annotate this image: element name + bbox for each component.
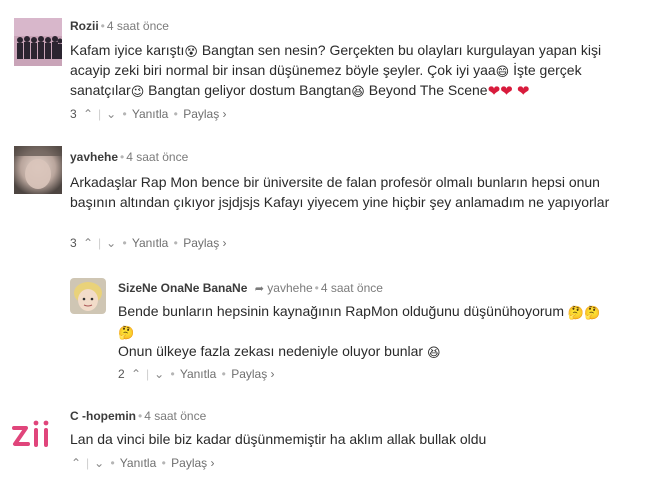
comment-text: Lan da vinci bile biz kadar düşünmemişti… [70, 431, 487, 447]
avatar[interactable] [70, 278, 106, 314]
winking-face-icon: 😉 [130, 84, 145, 99]
dot-separator: • [110, 456, 115, 470]
downvote-icon[interactable]: ⌄ [93, 455, 105, 471]
upvote-icon[interactable]: ⌃ [70, 455, 82, 471]
comment-header: yavhehe • 4 saat önce [70, 149, 188, 165]
comment-header: Rozii • 4 saat önce [70, 18, 169, 34]
avatar[interactable] [14, 18, 62, 66]
reply-button[interactable]: Yanıtla [180, 367, 216, 381]
grinning-face-icon: 😄 [495, 64, 510, 79]
comment-text-line: Onun ülkeye fazla zekası nedeniyle oluyo… [118, 343, 424, 359]
avatar[interactable] [10, 410, 58, 458]
reply-arrow-icon: ➦ [254, 283, 264, 295]
vote-count: 2 [118, 367, 125, 381]
author-name[interactable]: C -hopemin [70, 409, 136, 423]
thinking-face-icon: 🤔 [584, 305, 601, 320]
upvote-icon[interactable]: ⌃ [82, 235, 94, 251]
reply-button[interactable]: Yanıtla [120, 456, 156, 470]
comment-text: Bende bunların hepsinin kaynağının RapMo… [118, 301, 645, 361]
thinking-face-icon: 🤔 [118, 325, 135, 340]
dot-separator: • [120, 150, 125, 164]
dot-separator: • [170, 367, 175, 381]
reply-button[interactable]: Yanıtla [132, 236, 168, 250]
comment-text-line: Bende bunların hepsinin kaynağının RapMo… [118, 303, 564, 319]
avatar-image [70, 278, 106, 314]
comment-header: SizeNe OnaNe BanaNe ➦ yavhehe • 4 saat önc… [118, 280, 383, 297]
author-name[interactable]: yavhehe [70, 150, 118, 164]
dot-separator: • [122, 107, 127, 121]
vote-count: 3 [70, 236, 77, 250]
upvote-icon[interactable]: ⌃ [130, 366, 142, 382]
thinking-face-icon: 🤔 [567, 305, 585, 320]
laughing-face-icon: 😆 [351, 84, 365, 99]
author-name[interactable]: Rozii [70, 19, 99, 33]
vote-count: 3 [70, 107, 77, 121]
dot-separator: • [221, 367, 226, 381]
laughing-face-icon: 😆 [426, 345, 441, 360]
share-button[interactable]: Paylaş › [183, 107, 226, 121]
share-button[interactable]: Paylaş › [183, 236, 226, 250]
comment-text-part: Kafam iyice karıştı [70, 42, 185, 58]
heart-icon: ❤❤ ❤ [487, 83, 530, 100]
comment-text-part: Bangtan geliyor dostum Bangtan [144, 82, 352, 98]
author-name[interactable]: SizeNe OnaNe BanaNe [118, 281, 247, 295]
reply-button[interactable]: Yanıtla [132, 107, 168, 121]
dizzy-face-icon: 😵 [184, 44, 198, 59]
timestamp[interactable]: 4 saat önce [321, 281, 383, 295]
comment-text: Kafam iyice karıştı😵 Bangtan sen nesin? … [70, 40, 645, 100]
reply-to[interactable]: ➦ yavhehe [255, 281, 313, 295]
timestamp[interactable]: 4 saat önce [126, 150, 188, 164]
divider: | [146, 367, 150, 381]
share-button[interactable]: Paylaş › [171, 456, 214, 470]
comment-actions: 2 ⌃ | ⌄ • Yanıtla • Paylaş › [118, 366, 275, 382]
reply-to-author: yavhehe [267, 281, 313, 295]
dot-separator: • [173, 236, 178, 250]
avatar[interactable] [14, 146, 62, 194]
comment-actions: 3 ⌃ | ⌄ • Yanıtla • Paylaş › [70, 235, 227, 251]
dot-separator: • [314, 281, 319, 295]
avatar-logo-image [10, 410, 58, 458]
timestamp[interactable]: 4 saat önce [107, 19, 169, 33]
comment-header: C -hopemin • 4 saat önce [70, 408, 206, 424]
avatar-image [14, 146, 62, 194]
comment-actions: 3 ⌃ | ⌄ • Yanıtla • Paylaş › [70, 106, 227, 122]
dot-separator: • [173, 107, 178, 121]
upvote-icon[interactable]: ⌃ [82, 106, 94, 122]
dot-separator: • [100, 19, 105, 33]
comment-text-part: Beyond The Scene [364, 82, 488, 98]
timestamp[interactable]: 4 saat önce [144, 409, 206, 423]
avatar-image [14, 18, 62, 66]
divider: | [98, 236, 102, 250]
share-button[interactable]: Paylaş › [231, 367, 274, 381]
dot-separator: • [161, 456, 166, 470]
downvote-icon[interactable]: ⌄ [105, 235, 117, 251]
divider: | [86, 456, 90, 470]
comment-text: Arkadaşlar Rap Mon bence bir üniversite … [70, 174, 610, 210]
dot-separator: • [122, 236, 127, 250]
dot-separator: • [138, 409, 143, 423]
comment-actions: ⌃ | ⌄ • Yanıtla • Paylaş › [70, 455, 215, 471]
divider: | [98, 107, 102, 121]
downvote-icon[interactable]: ⌄ [153, 366, 165, 382]
downvote-icon[interactable]: ⌄ [105, 106, 117, 122]
